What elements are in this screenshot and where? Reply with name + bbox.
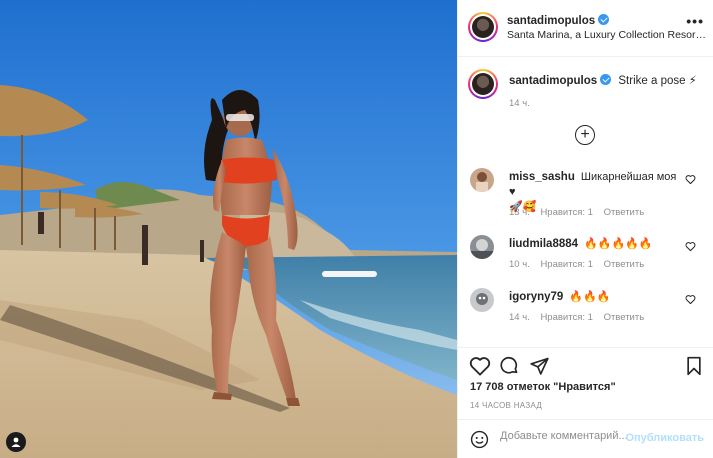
commenter-username[interactable]: miss_sashu xyxy=(509,171,575,183)
caption-author-avatar[interactable] xyxy=(468,69,498,99)
heart-icon[interactable] xyxy=(469,356,491,379)
comment-meta: 14 ч. Нравится: 1 Ответить xyxy=(509,312,652,323)
comment-input[interactable] xyxy=(500,430,630,442)
comment-meta: 10 ч. Нравится: 1 Ответить xyxy=(509,259,652,270)
author-avatar[interactable] xyxy=(468,12,498,42)
share-icon[interactable] xyxy=(529,356,550,379)
commenter-username[interactable]: liudmila8884 xyxy=(509,238,578,250)
caption-time: 14 ч. xyxy=(509,98,530,109)
emoji-icon[interactable] xyxy=(470,430,489,452)
caption-author-username[interactable]: santadimopulos xyxy=(509,75,597,87)
comment-like-heart-icon[interactable] xyxy=(685,294,696,308)
reply-button[interactable]: Ответить xyxy=(604,312,645,323)
user-tag-icon[interactable] xyxy=(6,432,26,452)
caption-text: Strike a pose ⚡ xyxy=(618,75,697,87)
beach-photo xyxy=(0,0,457,458)
load-more-icon[interactable]: + xyxy=(575,125,595,145)
more-options-icon[interactable]: ••• xyxy=(686,13,704,29)
author-username[interactable]: santadimopulos xyxy=(507,15,595,27)
comment-item: miss_sashu Шикарнейшая моя ♥ 🚀🥰 13 ч. Нр… xyxy=(458,168,713,220)
comment-meta: 13 ч. Нравится: 1 Ответить xyxy=(509,207,652,218)
add-comment-bar: Опубликовать xyxy=(458,419,713,458)
comment-time: 10 ч. xyxy=(509,259,530,270)
post-timestamp[interactable]: 14 ЧАСОВ НАЗАД xyxy=(470,401,542,410)
post-header: santadimopulos Santa Marina, a Luxury Co… xyxy=(458,0,713,57)
verified-badge-icon xyxy=(600,74,612,85)
comment-item: igoryny79 🔥🔥🔥 14 ч. Нравится: 1 Ответить xyxy=(458,288,713,328)
commenter-avatar[interactable] xyxy=(470,288,494,312)
comment-like-heart-icon[interactable] xyxy=(685,174,696,188)
commenter-username[interactable]: igoryny79 xyxy=(509,291,563,303)
post-side-panel: santadimopulos Santa Marina, a Luxury Co… xyxy=(457,0,713,458)
post-actions: 17 708 отметок "Нравится" 14 ЧАСОВ НАЗАД xyxy=(458,347,713,413)
reply-button[interactable]: Ответить xyxy=(604,207,645,218)
commenter-avatar[interactable] xyxy=(470,235,494,259)
comments-area[interactable]: santadimopulos Strike a pose ⚡ 14 ч. + m… xyxy=(458,57,713,347)
comment-likes[interactable]: Нравится: 1 xyxy=(540,312,592,323)
comment-time: 14 ч. xyxy=(509,312,530,323)
comment-likes[interactable]: Нравится: 1 xyxy=(540,207,592,218)
bookmark-icon[interactable] xyxy=(685,356,703,379)
reply-button[interactable]: Ответить xyxy=(604,259,645,270)
post-location[interactable]: Santa Marina, a Luxury Collection Resort… xyxy=(507,29,707,41)
comment-item: liudmila8884 🔥🔥🔥🔥🔥 10 ч. Нравится: 1 Отв… xyxy=(458,235,713,275)
comment-text: 🔥🔥🔥 xyxy=(569,291,611,303)
comment-like-heart-icon[interactable] xyxy=(685,241,696,255)
publish-button[interactable]: Опубликовать xyxy=(625,432,704,444)
likes-count[interactable]: 17 708 отметок "Нравится" xyxy=(470,381,616,393)
comment-time: 13 ч. xyxy=(509,207,530,218)
comment-text: 🔥🔥🔥🔥🔥 xyxy=(584,238,653,250)
comment-likes[interactable]: Нравится: 1 xyxy=(540,259,592,270)
verified-badge-icon xyxy=(598,14,610,25)
post-photo[interactable] xyxy=(0,0,457,458)
commenter-avatar[interactable] xyxy=(470,168,494,192)
comment-icon[interactable] xyxy=(499,356,520,379)
